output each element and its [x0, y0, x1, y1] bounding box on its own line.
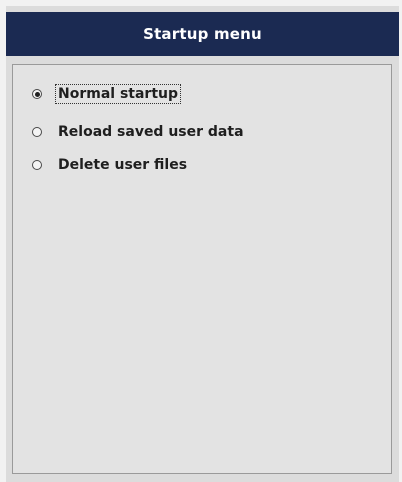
- radio-unselected-icon[interactable]: [32, 127, 42, 137]
- option-delete-user-files[interactable]: Delete user files: [32, 154, 189, 176]
- title-bar: Startup menu: [6, 12, 399, 56]
- option-label: Delete user files: [58, 157, 188, 173]
- device-screen: Startup menu Normal startup Reload saved…: [6, 6, 399, 482]
- radio-selected-icon[interactable]: [32, 89, 42, 99]
- radio-unselected-icon[interactable]: [32, 160, 42, 170]
- option-label: Reload saved user data: [58, 124, 244, 140]
- option-normal-startup[interactable]: Normal startup: [32, 83, 182, 105]
- option-reload-saved-user-data[interactable]: Reload saved user data: [32, 121, 246, 143]
- option-label: Normal startup: [54, 84, 182, 104]
- window-title: Startup menu: [143, 25, 262, 43]
